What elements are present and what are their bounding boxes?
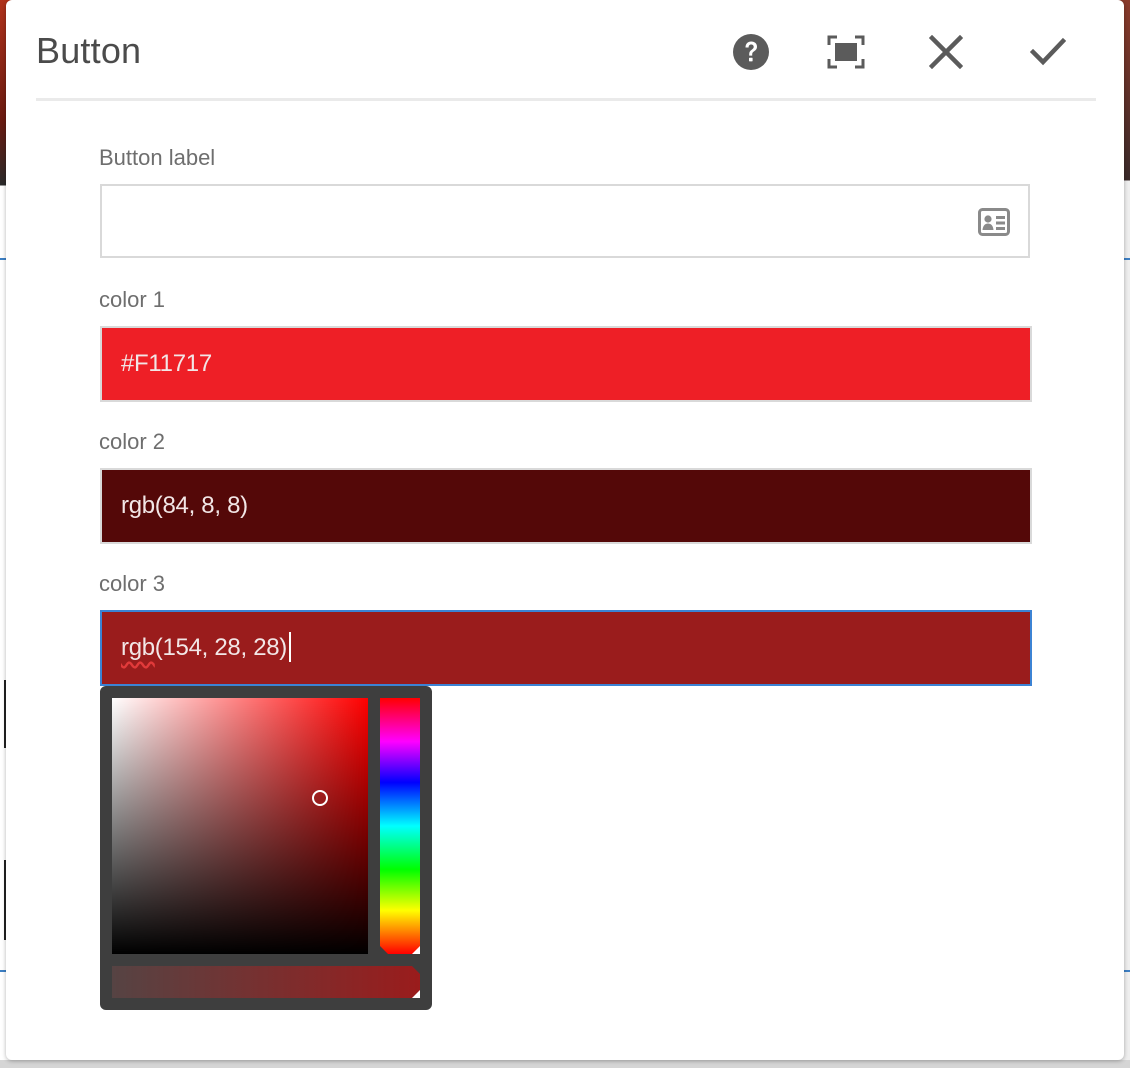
text-caret <box>289 631 291 662</box>
color3-value-prefix: rgb <box>121 634 155 661</box>
color1-input[interactable]: #F11717 <box>100 326 1032 402</box>
alpha-slider-handle[interactable] <box>412 990 420 998</box>
color3-input[interactable]: rgb(154, 28, 28) <box>100 610 1032 686</box>
hue-slider[interactable] <box>380 698 420 954</box>
color3-field-label: color 3 <box>99 571 166 596</box>
alpha-slider[interactable] <box>112 966 420 998</box>
saturation-value-area[interactable] <box>112 698 368 954</box>
hue-slider-handle[interactable] <box>380 946 420 954</box>
color1-field-label: color 1 <box>99 287 166 312</box>
button-label-field-label: Button label <box>99 145 216 170</box>
color2-value: rgb(84, 8, 8) <box>121 492 248 519</box>
close-button[interactable] <box>924 30 968 74</box>
saturation-value-handle[interactable] <box>312 790 328 806</box>
contact-card-icon[interactable] <box>978 208 1010 236</box>
help-icon <box>733 34 769 70</box>
color-picker-popover <box>100 686 432 1010</box>
checkmark-icon <box>1030 37 1066 66</box>
fullscreen-button[interactable] <box>824 30 868 74</box>
close-icon <box>929 35 963 69</box>
color3-value-rest: (154, 28, 28) <box>154 634 288 661</box>
background-page-bottom <box>0 1060 1130 1068</box>
help-button[interactable] <box>729 30 773 74</box>
alpha-slider-handle-top <box>412 966 420 974</box>
button-label-input[interactable] <box>100 184 1030 258</box>
fullscreen-icon <box>827 35 865 69</box>
dialog-title: Button <box>36 30 142 71</box>
color2-input[interactable]: rgb(84, 8, 8) <box>100 468 1032 544</box>
dialog-header: Button <box>36 0 1096 101</box>
color2-field-label: color 2 <box>99 429 166 454</box>
done-button[interactable] <box>1026 30 1070 74</box>
color1-value: #F11717 <box>121 350 212 377</box>
